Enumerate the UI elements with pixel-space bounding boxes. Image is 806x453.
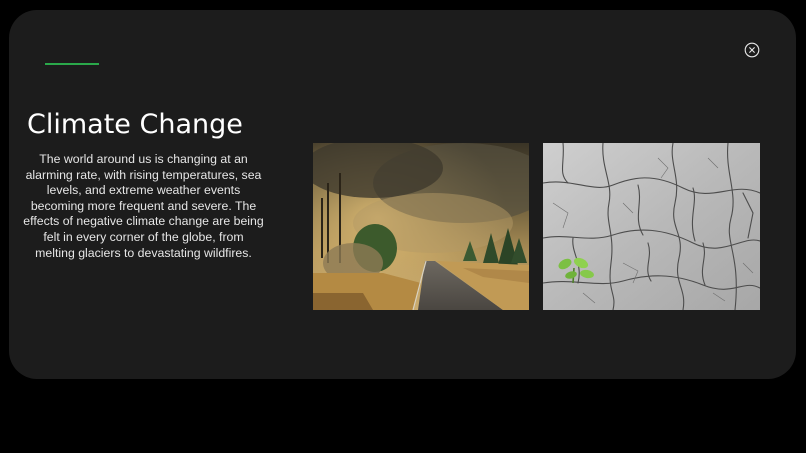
slide-card: Climate Change The world around us is ch… [9, 10, 796, 379]
cracked-earth-sprout-photo [543, 143, 760, 310]
close-icon [744, 42, 760, 58]
wildfire-road-photo [313, 143, 529, 310]
slide-body-text: The world around us is changing at an al… [23, 152, 264, 260]
accent-line [45, 63, 99, 65]
slide-title: Climate Change [27, 109, 243, 140]
close-button[interactable] [744, 42, 760, 58]
